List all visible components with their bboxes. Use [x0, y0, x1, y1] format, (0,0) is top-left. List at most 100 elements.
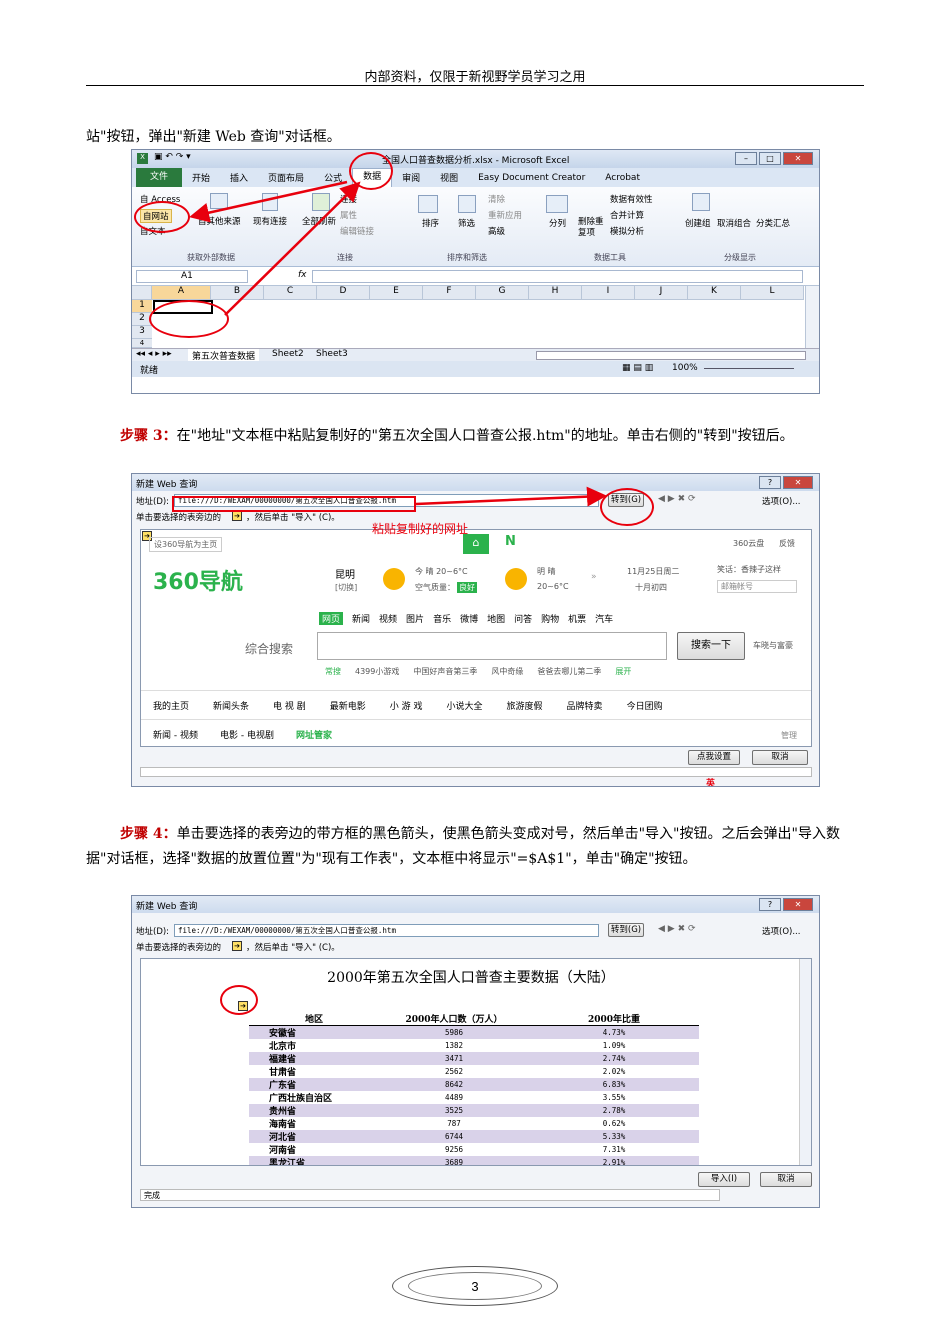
- cell-share: 0.62%: [602, 1119, 626, 1128]
- hot-item-1[interactable]: 4399小游戏: [355, 666, 399, 677]
- pane-scrollbar[interactable]: [799, 959, 811, 1165]
- nav-cars[interactable]: 汽车: [595, 612, 613, 625]
- hot-item-2[interactable]: 中国好声音第三季: [413, 666, 477, 677]
- nav-flights[interactable]: 机票: [568, 612, 586, 625]
- options-button-2[interactable]: 选项(O)...: [762, 925, 800, 937]
- logo-360[interactable]: 360导航: [153, 564, 243, 596]
- cell-population: 3525: [379, 1104, 529, 1117]
- tab-group-buy[interactable]: 今日团购: [627, 699, 663, 712]
- set-homepage-link[interactable]: 设360导航为主页: [149, 537, 223, 552]
- page-number: 3: [408, 1272, 542, 1300]
- webquery-screenshot-1: 新建 Web 查询 ? ✕ 地址(D): file:///D:/WEXAM/000…: [131, 473, 820, 787]
- cloud-link[interactable]: 360云盘: [733, 538, 764, 549]
- nav-icons-2[interactable]: ◀ ▶ ✖ ⟳: [658, 924, 696, 934]
- step3-label: 步骤 3：: [120, 428, 177, 444]
- cell-population: 5986: [379, 1025, 529, 1039]
- tab-games[interactable]: 小 游 戏: [390, 699, 423, 712]
- intro-paragraph: 站"按钮，弹出"新建 Web 查询"对话框。: [86, 129, 341, 145]
- hot-tag[interactable]: 常搜: [325, 666, 341, 677]
- tab-movies[interactable]: 最新电影: [330, 699, 366, 712]
- cell-population: 2562: [444, 1067, 464, 1076]
- air-quality-label: 空气质量：: [415, 583, 455, 592]
- cell-population: 1382: [444, 1041, 464, 1050]
- city-switch[interactable]: [切换]: [335, 582, 357, 593]
- nav-map[interactable]: 地图: [487, 612, 505, 625]
- nav-qa[interactable]: 问答: [514, 612, 532, 625]
- annotation-arrows: [189, 180, 361, 316]
- cell-share: 2.02%: [602, 1067, 626, 1076]
- cell-share: 2.78%: [529, 1104, 699, 1117]
- cell-population: 787: [447, 1119, 461, 1128]
- cell-region: 黑龙江省: [249, 1156, 379, 1165]
- address-input-2[interactable]: file:///D:/WEXAM/00000000/第五次全国人口普查公报.ht…: [174, 924, 599, 937]
- page-header: 内部资料，仅限于新视野学员学习之用: [364, 70, 586, 85]
- cell-population: 9256: [444, 1145, 464, 1154]
- nav-weibo[interactable]: 微博: [460, 612, 478, 625]
- nav-music[interactable]: 音乐: [433, 612, 451, 625]
- dialog-title-2: 新建 Web 查询: [136, 902, 198, 912]
- home-icon[interactable]: ⌂: [463, 534, 489, 554]
- cancel-button[interactable]: 取消: [752, 750, 808, 765]
- tab-brand-sale[interactable]: 品牌特卖: [567, 699, 603, 712]
- search-input[interactable]: [317, 632, 667, 660]
- tab-tv[interactable]: 电 视 剧: [273, 699, 306, 712]
- cell-share: 6.83%: [529, 1078, 699, 1091]
- nav-images[interactable]: 图片: [406, 612, 424, 625]
- tab-novels[interactable]: 小说大全: [447, 699, 483, 712]
- cell-region: 安徽省: [249, 1025, 379, 1039]
- nav-news[interactable]: 新闻: [352, 612, 370, 625]
- import-button[interactable]: 导入(I): [698, 1172, 750, 1187]
- feedback-link[interactable]: 反馈: [779, 538, 795, 549]
- step4-paragraph: 步骤 4：单击要选择的表旁边的带方框的黑色箭头，使黑色箭头变成对号，然后单击"导…: [86, 822, 864, 872]
- n-icon[interactable]: N: [505, 534, 516, 549]
- help-button-2[interactable]: ?: [759, 898, 781, 911]
- step3-paragraph: 步骤 3：在"地址"文本框中粘贴复制好的"第五次全国人口普查公报.htm"的地址…: [86, 424, 864, 449]
- weather-tomorrow: 明 晴: [537, 567, 556, 576]
- date-text: 11月25日周二: [627, 567, 680, 576]
- hint-text-b2: ，然后单击 "导入" (C)。: [246, 943, 340, 953]
- table-row: 北京市 1382 1.09%: [249, 1039, 699, 1052]
- manage-link[interactable]: 管理: [781, 730, 797, 741]
- lunar-date: 十月初四: [635, 583, 667, 592]
- table-row: 广西壮族自治区 4489 3.55%: [249, 1091, 699, 1104]
- cell-population: 3471: [379, 1052, 529, 1065]
- table-row: 黑龙江省 3689 2.91%: [249, 1156, 699, 1165]
- table-select-arrow-icon-2: ➔: [232, 941, 242, 951]
- setup-button[interactable]: 点我设置: [688, 750, 740, 765]
- sun-icon: [383, 568, 405, 590]
- cell-region: 北京市: [269, 1042, 297, 1052]
- tab-my-home[interactable]: 我的主页: [153, 699, 189, 712]
- tab-headlines[interactable]: 新闻头条: [213, 699, 249, 712]
- side-link[interactable]: 车晓与富豪: [753, 640, 793, 651]
- dialog-close-button-2[interactable]: ✕: [783, 898, 813, 911]
- cell-region: 甘肃省: [269, 1068, 297, 1078]
- ime-indicator[interactable]: 英: [706, 776, 715, 786]
- nav-video[interactable]: 视频: [379, 612, 397, 625]
- nav-shopping[interactable]: 购物: [541, 612, 559, 625]
- chevron-right-icon[interactable]: »: [591, 572, 597, 582]
- nav-webpage[interactable]: 网页: [319, 612, 344, 625]
- cancel-button-2[interactable]: 取消: [760, 1172, 812, 1187]
- cell-share: 3.55%: [602, 1093, 626, 1102]
- cell-population: 4489: [444, 1093, 464, 1102]
- search-button[interactable]: 搜索一下: [677, 632, 745, 660]
- channel-tabs: 我的主页 新闻头条 电 视 剧 最新电影 小 游 戏 小说大全 旅游度假 品牌特…: [141, 690, 811, 720]
- cell-share: 2.74%: [529, 1052, 699, 1065]
- hot-item-4[interactable]: 爸爸去哪儿第二季: [537, 666, 601, 677]
- expand-link[interactable]: 展开: [615, 666, 631, 677]
- hot-item-3[interactable]: 风中奇缘: [491, 666, 523, 677]
- population-table: 地区 2000年人口数（万人） 2000年比重 安徽省 5986 4.73% 北京市 1…: [249, 1012, 699, 1165]
- subtab-url-manager[interactable]: 网址管家: [296, 728, 332, 741]
- goto-button-2[interactable]: 转到(G): [608, 923, 644, 937]
- dialog-title-bar-2: 新建 Web 查询 ? ✕: [132, 896, 819, 913]
- tab-travel[interactable]: 旅游度假: [507, 699, 543, 712]
- sub-tabs: 新闻 - 视频 电影 - 电视剧 网址管家: [153, 728, 332, 741]
- subtab-news-video[interactable]: 新闻 - 视频: [153, 728, 198, 741]
- table-row: 河北省 6744 5.33%: [249, 1130, 699, 1143]
- mail-account-input[interactable]: 邮箱帐号: [717, 580, 797, 593]
- table-row: 安徽省 5986 4.73%: [249, 1025, 699, 1039]
- address-row-2: 地址(D): file:///D:/WEXAM/00000000/第五次全国人口…: [132, 921, 819, 939]
- joke-link[interactable]: 笑话：香辣子这样: [717, 564, 781, 575]
- subtab-movie-tv[interactable]: 电影 - 电视剧: [220, 728, 274, 741]
- excel-screenshot: X ▣ ↶ ↷ ▾ 全国人口普查数据分析.xlsx - Microsoft Ex…: [131, 149, 820, 394]
